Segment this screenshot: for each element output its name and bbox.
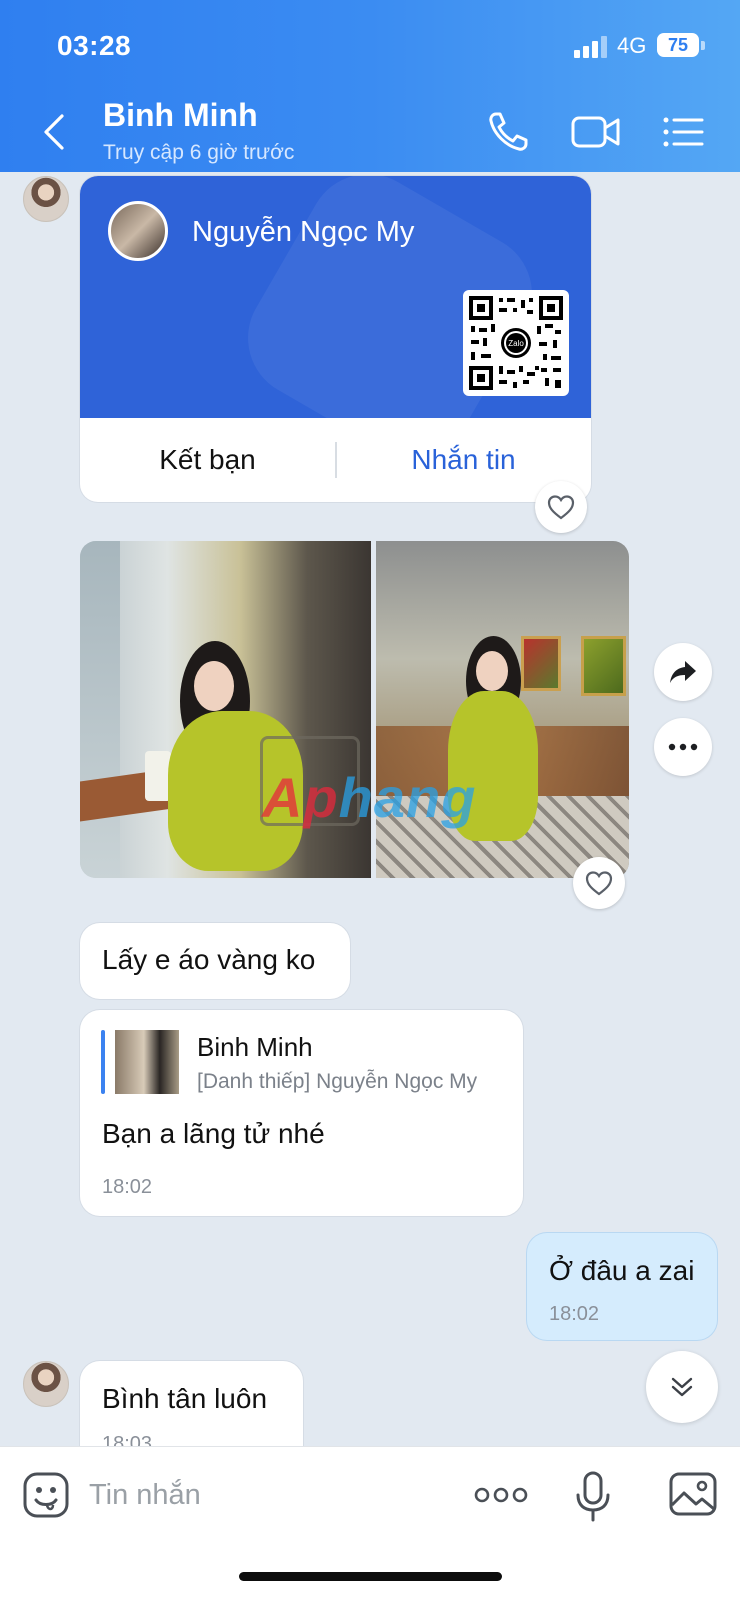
chevron-down-icon[interactable] xyxy=(646,1351,718,1423)
quote-author: Binh Minh xyxy=(197,1032,313,1062)
message-text: Ở đâu a zai xyxy=(549,1255,695,1286)
back-icon[interactable] xyxy=(36,108,76,156)
menu-icon[interactable] xyxy=(662,108,704,156)
contact-name[interactable]: Binh Minh xyxy=(103,97,258,134)
qr-logo-text: Zalo xyxy=(508,339,524,348)
message-bubble[interactable]: Lấy e áo vàng ko xyxy=(80,923,350,999)
message-text: Bạn a lãng tử nhé xyxy=(102,1118,325,1149)
watermark: Aphang xyxy=(262,765,476,830)
message-time: 18:02 xyxy=(102,1176,153,1198)
status-time: 03:28 xyxy=(57,30,132,61)
more-icon[interactable] xyxy=(654,718,712,776)
message-input[interactable]: Tin nhắn xyxy=(89,1479,201,1512)
network-type: 4G xyxy=(617,33,647,58)
add-friend-button[interactable]: Kết bạn xyxy=(80,418,335,502)
reply-message-bubble[interactable]: Binh Minh [Danh thiếp] Nguyễn Ngọc My Bạ… xyxy=(80,1010,523,1216)
qr-code: Zalo xyxy=(463,290,569,396)
chat-header: 03:28 4G 75 Binh Minh Truy cập 6 giờ trư… xyxy=(0,0,740,172)
signal-icon xyxy=(574,36,608,58)
heart-icon[interactable] xyxy=(535,481,587,533)
sender-avatar[interactable] xyxy=(23,176,69,222)
phone-icon[interactable] xyxy=(484,108,532,156)
card-avatar xyxy=(108,201,168,261)
message-text: Lấy e áo vàng ko xyxy=(102,944,316,975)
dots-icon[interactable] xyxy=(474,1471,528,1519)
last-seen-status: Truy cập 6 giờ trước xyxy=(103,141,295,164)
quote-thumbnail xyxy=(115,1030,179,1094)
card-actions: Kết bạn Nhắn tin xyxy=(80,418,591,502)
heart-icon[interactable] xyxy=(573,857,625,909)
emoji-icon[interactable] xyxy=(22,1471,70,1519)
quote-bar xyxy=(101,1030,105,1094)
message-text: Bình tân luôn xyxy=(102,1383,268,1414)
watermark-part1: Ap xyxy=(262,766,339,829)
share-icon[interactable] xyxy=(654,643,712,701)
sender-avatar[interactable] xyxy=(23,1361,69,1407)
contact-card[interactable]: Nguyễn Ngọc My Zalo Kết bạn Nhắn tin xyxy=(80,176,591,502)
mic-icon[interactable] xyxy=(573,1471,613,1522)
quote-preview: [Danh thiếp] Nguyễn Ngọc My xyxy=(197,1070,478,1093)
own-message-bubble[interactable]: Ở đâu a zai 18:02 xyxy=(527,1233,717,1340)
image-icon[interactable] xyxy=(668,1471,718,1519)
card-contact-name: Nguyễn Ngọc My xyxy=(192,216,415,248)
battery-tip xyxy=(701,41,705,50)
battery-icon: 75 xyxy=(657,33,699,57)
card-header: Nguyễn Ngọc My Zalo xyxy=(80,176,591,418)
video-icon[interactable] xyxy=(570,108,622,156)
home-indicator xyxy=(239,1572,502,1581)
message-time: 18:02 xyxy=(549,1303,600,1325)
watermark-part2: hang xyxy=(338,766,477,829)
